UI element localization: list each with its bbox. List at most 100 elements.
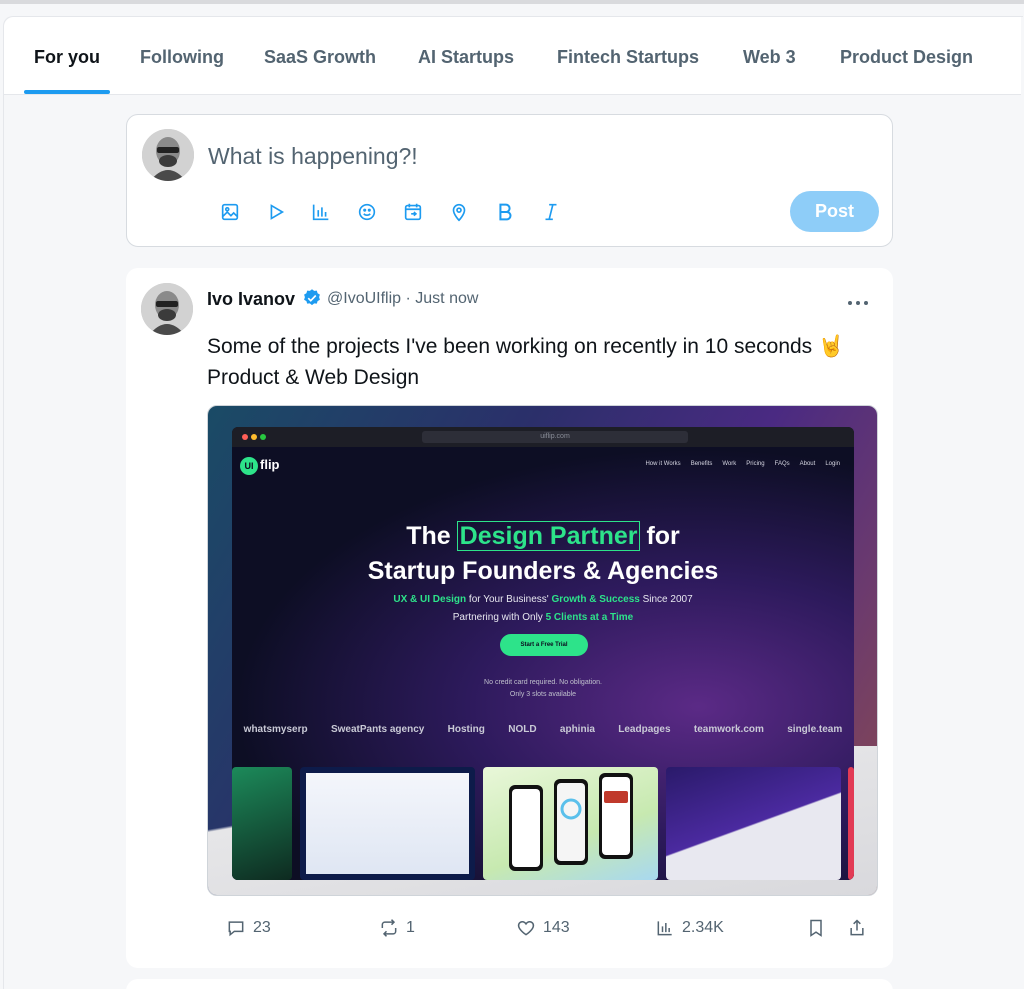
client-logo: Hosting xyxy=(447,724,485,735)
meta-separator: · xyxy=(405,290,411,307)
portfolio-shots xyxy=(232,767,854,880)
post-media[interactable]: uiflip.com UI flip How it Works Benefits … xyxy=(207,405,878,896)
italic-icon[interactable] xyxy=(540,201,562,223)
location-icon[interactable] xyxy=(448,201,470,223)
post-time[interactable]: Just now xyxy=(415,290,478,307)
author-name[interactable]: Ivo Ivanov xyxy=(207,289,295,310)
site-nav-item: About xyxy=(799,461,816,467)
hero-title-accent: Design Partner xyxy=(456,521,641,551)
portfolio-shot xyxy=(666,767,841,880)
hero-sub-highlight: UX & UI Design xyxy=(393,594,467,605)
site-note: Only 3 slots available xyxy=(509,691,577,698)
views-button[interactable]: 2.34K xyxy=(655,918,724,938)
emoji-icon[interactable] xyxy=(356,201,378,223)
browser-top-strip xyxy=(0,0,1024,4)
hero-sub-text: for Your Business' xyxy=(466,594,552,605)
url-bar: uiflip.com xyxy=(422,431,688,443)
site-nav: How it Works Benefits Work Pricing FAQs … xyxy=(645,461,840,467)
post-button[interactable]: Post xyxy=(790,191,879,232)
avatar[interactable] xyxy=(142,129,194,181)
tab-fintech-startups[interactable]: Fintech Startups xyxy=(557,47,699,68)
client-logo: whatsmyserp xyxy=(243,724,308,735)
repost-icon xyxy=(381,919,397,937)
more-options-icon[interactable] xyxy=(848,292,876,306)
next-post-card xyxy=(126,979,893,989)
client-logo: NOLD xyxy=(508,724,537,735)
poll-icon[interactable] xyxy=(310,201,332,223)
hero-subtitle-1: UX & UI Design for Your Business' Growth… xyxy=(232,594,854,605)
repost-button[interactable]: 1 xyxy=(379,918,415,938)
reply-icon xyxy=(228,921,244,937)
bold-icon[interactable] xyxy=(494,201,516,223)
compose-box: What is happening?! Post xyxy=(126,114,893,247)
hero-sub-text: Partnering with Only xyxy=(452,612,546,623)
site-cta-button: Start a Free Trial xyxy=(500,634,588,656)
tab-saas-growth[interactable]: SaaS Growth xyxy=(264,47,376,68)
like-button[interactable]: 143 xyxy=(516,918,570,938)
client-logo: single.team xyxy=(787,724,843,735)
post-text-line: Some of the projects I've been working o… xyxy=(207,335,845,358)
site-nav-item: How it Works xyxy=(645,461,681,467)
views-count: 2.34K xyxy=(682,919,724,936)
post-card[interactable]: Ivo Ivanov @IvoUIflip · Just now Some of… xyxy=(126,268,893,968)
portfolio-shot xyxy=(232,767,292,880)
website-preview: UI flip How it Works Benefits Work Pricin… xyxy=(232,447,854,880)
hero-subtitle-2: Partnering with Only 5 Clients at a Time xyxy=(232,612,854,623)
window-dot xyxy=(260,434,266,440)
site-nav-item: Pricing xyxy=(746,461,765,467)
share-icon xyxy=(850,919,864,936)
tab-web-3[interactable]: Web 3 xyxy=(743,47,796,68)
client-logo: SweatPants agency xyxy=(330,724,425,735)
verified-badge-icon xyxy=(302,288,322,308)
logo-badge: UI xyxy=(240,457,258,475)
client-logo: aphinia xyxy=(559,724,595,735)
hero-title-text: The xyxy=(406,522,451,550)
hero-title-line2: Startup Founders & Agencies xyxy=(367,557,719,585)
portfolio-shot xyxy=(300,767,475,880)
avatar[interactable] xyxy=(141,283,193,335)
window-dot xyxy=(251,434,257,440)
logo-text: flip xyxy=(260,457,280,472)
post-actions: 23 1 143 2.34K xyxy=(126,918,893,948)
tab-ai-startups[interactable]: AI Startups xyxy=(418,47,514,68)
post-meta: @IvoUIflip · Just now xyxy=(327,290,478,308)
bookmark-icon xyxy=(810,919,822,937)
repost-count: 1 xyxy=(406,919,415,936)
site-nav-item: FAQs xyxy=(774,461,790,467)
site-note: No credit card required. No obligation. xyxy=(484,679,602,686)
portfolio-shot xyxy=(483,767,658,880)
tab-for-you[interactable]: For you xyxy=(34,47,100,68)
views-icon xyxy=(657,921,672,936)
active-tab-indicator xyxy=(24,90,110,94)
author-handle[interactable]: @IvoUIflip xyxy=(327,290,401,307)
schedule-icon[interactable] xyxy=(402,201,424,223)
reply-count: 23 xyxy=(253,919,271,936)
reply-button[interactable]: 23 xyxy=(226,918,271,938)
site-nav-item: Work xyxy=(722,461,737,467)
post-text: Some of the projects I've been working o… xyxy=(207,331,844,393)
browser-mockup: uiflip.com UI flip How it Works Benefits … xyxy=(232,427,854,880)
bookmark-button[interactable] xyxy=(806,918,826,938)
like-count: 143 xyxy=(543,919,570,936)
hero-sub-highlight: Growth & Success xyxy=(551,594,640,605)
compose-input[interactable]: What is happening?! xyxy=(208,143,418,170)
hero-title-text: for xyxy=(646,522,680,550)
browser-toolbar: uiflip.com xyxy=(232,427,854,447)
window-dot xyxy=(242,434,248,440)
tab-following[interactable]: Following xyxy=(140,47,224,68)
portfolio-shot xyxy=(848,767,854,880)
site-logo: UI flip xyxy=(240,457,280,475)
share-button[interactable] xyxy=(847,918,867,938)
tab-product-design[interactable]: Product Design xyxy=(840,47,973,68)
client-logo: teamwork.com xyxy=(693,724,764,735)
hero-title-line1: The Design Partner for xyxy=(232,521,854,551)
video-icon[interactable] xyxy=(265,201,287,223)
site-nav-item: Login xyxy=(825,461,840,467)
client-logo: Leadpages xyxy=(618,724,671,735)
feed-tabs: For you Following SaaS Growth AI Startup… xyxy=(4,17,1021,95)
image-icon[interactable] xyxy=(219,201,241,223)
site-nav-item: Benefits xyxy=(690,461,713,467)
post-text-line: Product & Web Design xyxy=(207,366,420,389)
hero-sub-highlight: 5 Clients at a Time xyxy=(545,612,634,623)
hero-sub-text: Since 2007 xyxy=(639,594,693,605)
